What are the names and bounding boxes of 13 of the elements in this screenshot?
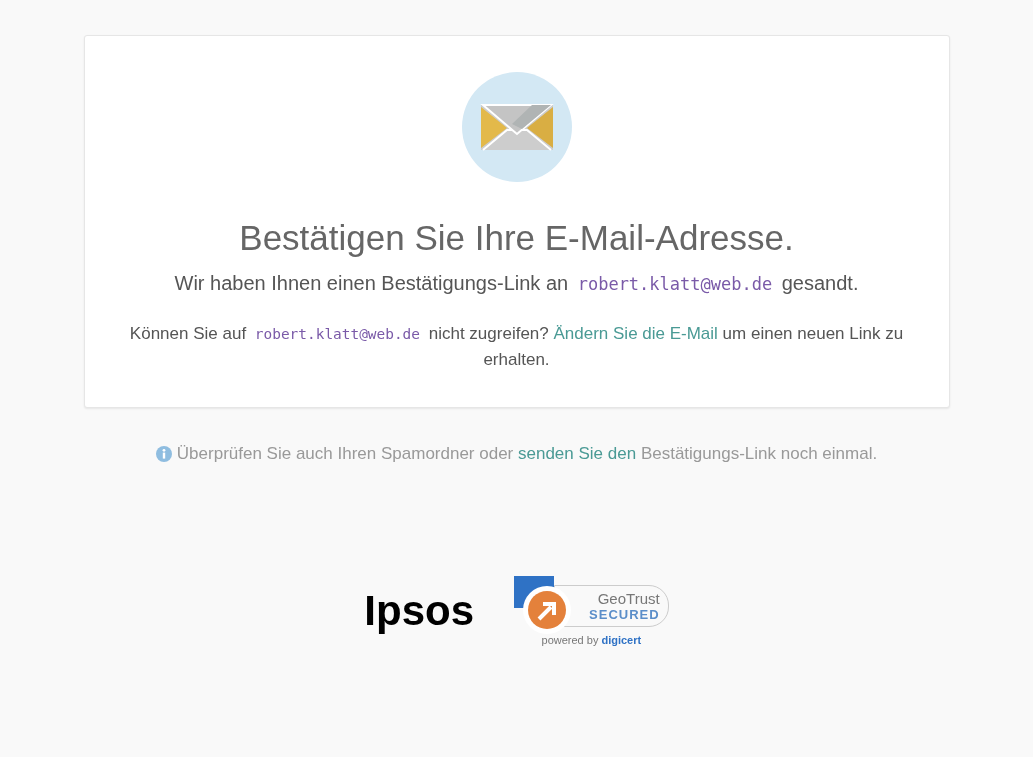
change-email-link[interactable]: Ändern Sie die E-Mail	[553, 324, 718, 343]
seal-status: SECURED	[589, 607, 660, 622]
hint-message: Überprüfen Sie auch Ihren Spamordner oder senden Sie den Bestätigungs-Link noch einmal.	[176, 444, 878, 464]
info-icon	[155, 446, 172, 462]
access-message: Können Sie auf robert.klatt@web.de nicht zugreifen? Ändern Sie die E-Mail um einen neuen Link zu erhalten.	[128, 323, 905, 371]
envelope-icon	[461, 72, 572, 182]
resend-link[interactable]: senden Sie den	[518, 444, 637, 463]
sent-message: Wir haben Ihnen einen Bestätigungs-Link an robert.klatt@web.de gesandt.	[174, 272, 859, 295]
vendor-label: digicert	[601, 634, 642, 646]
powered-label: powered by	[541, 634, 599, 646]
logo: Ipsos	[364, 587, 475, 635]
page-title: Bestätigen Sie Ihre E-Mail-Adresse.	[239, 218, 794, 258]
seal-brand: GeoTrust	[597, 590, 660, 607]
